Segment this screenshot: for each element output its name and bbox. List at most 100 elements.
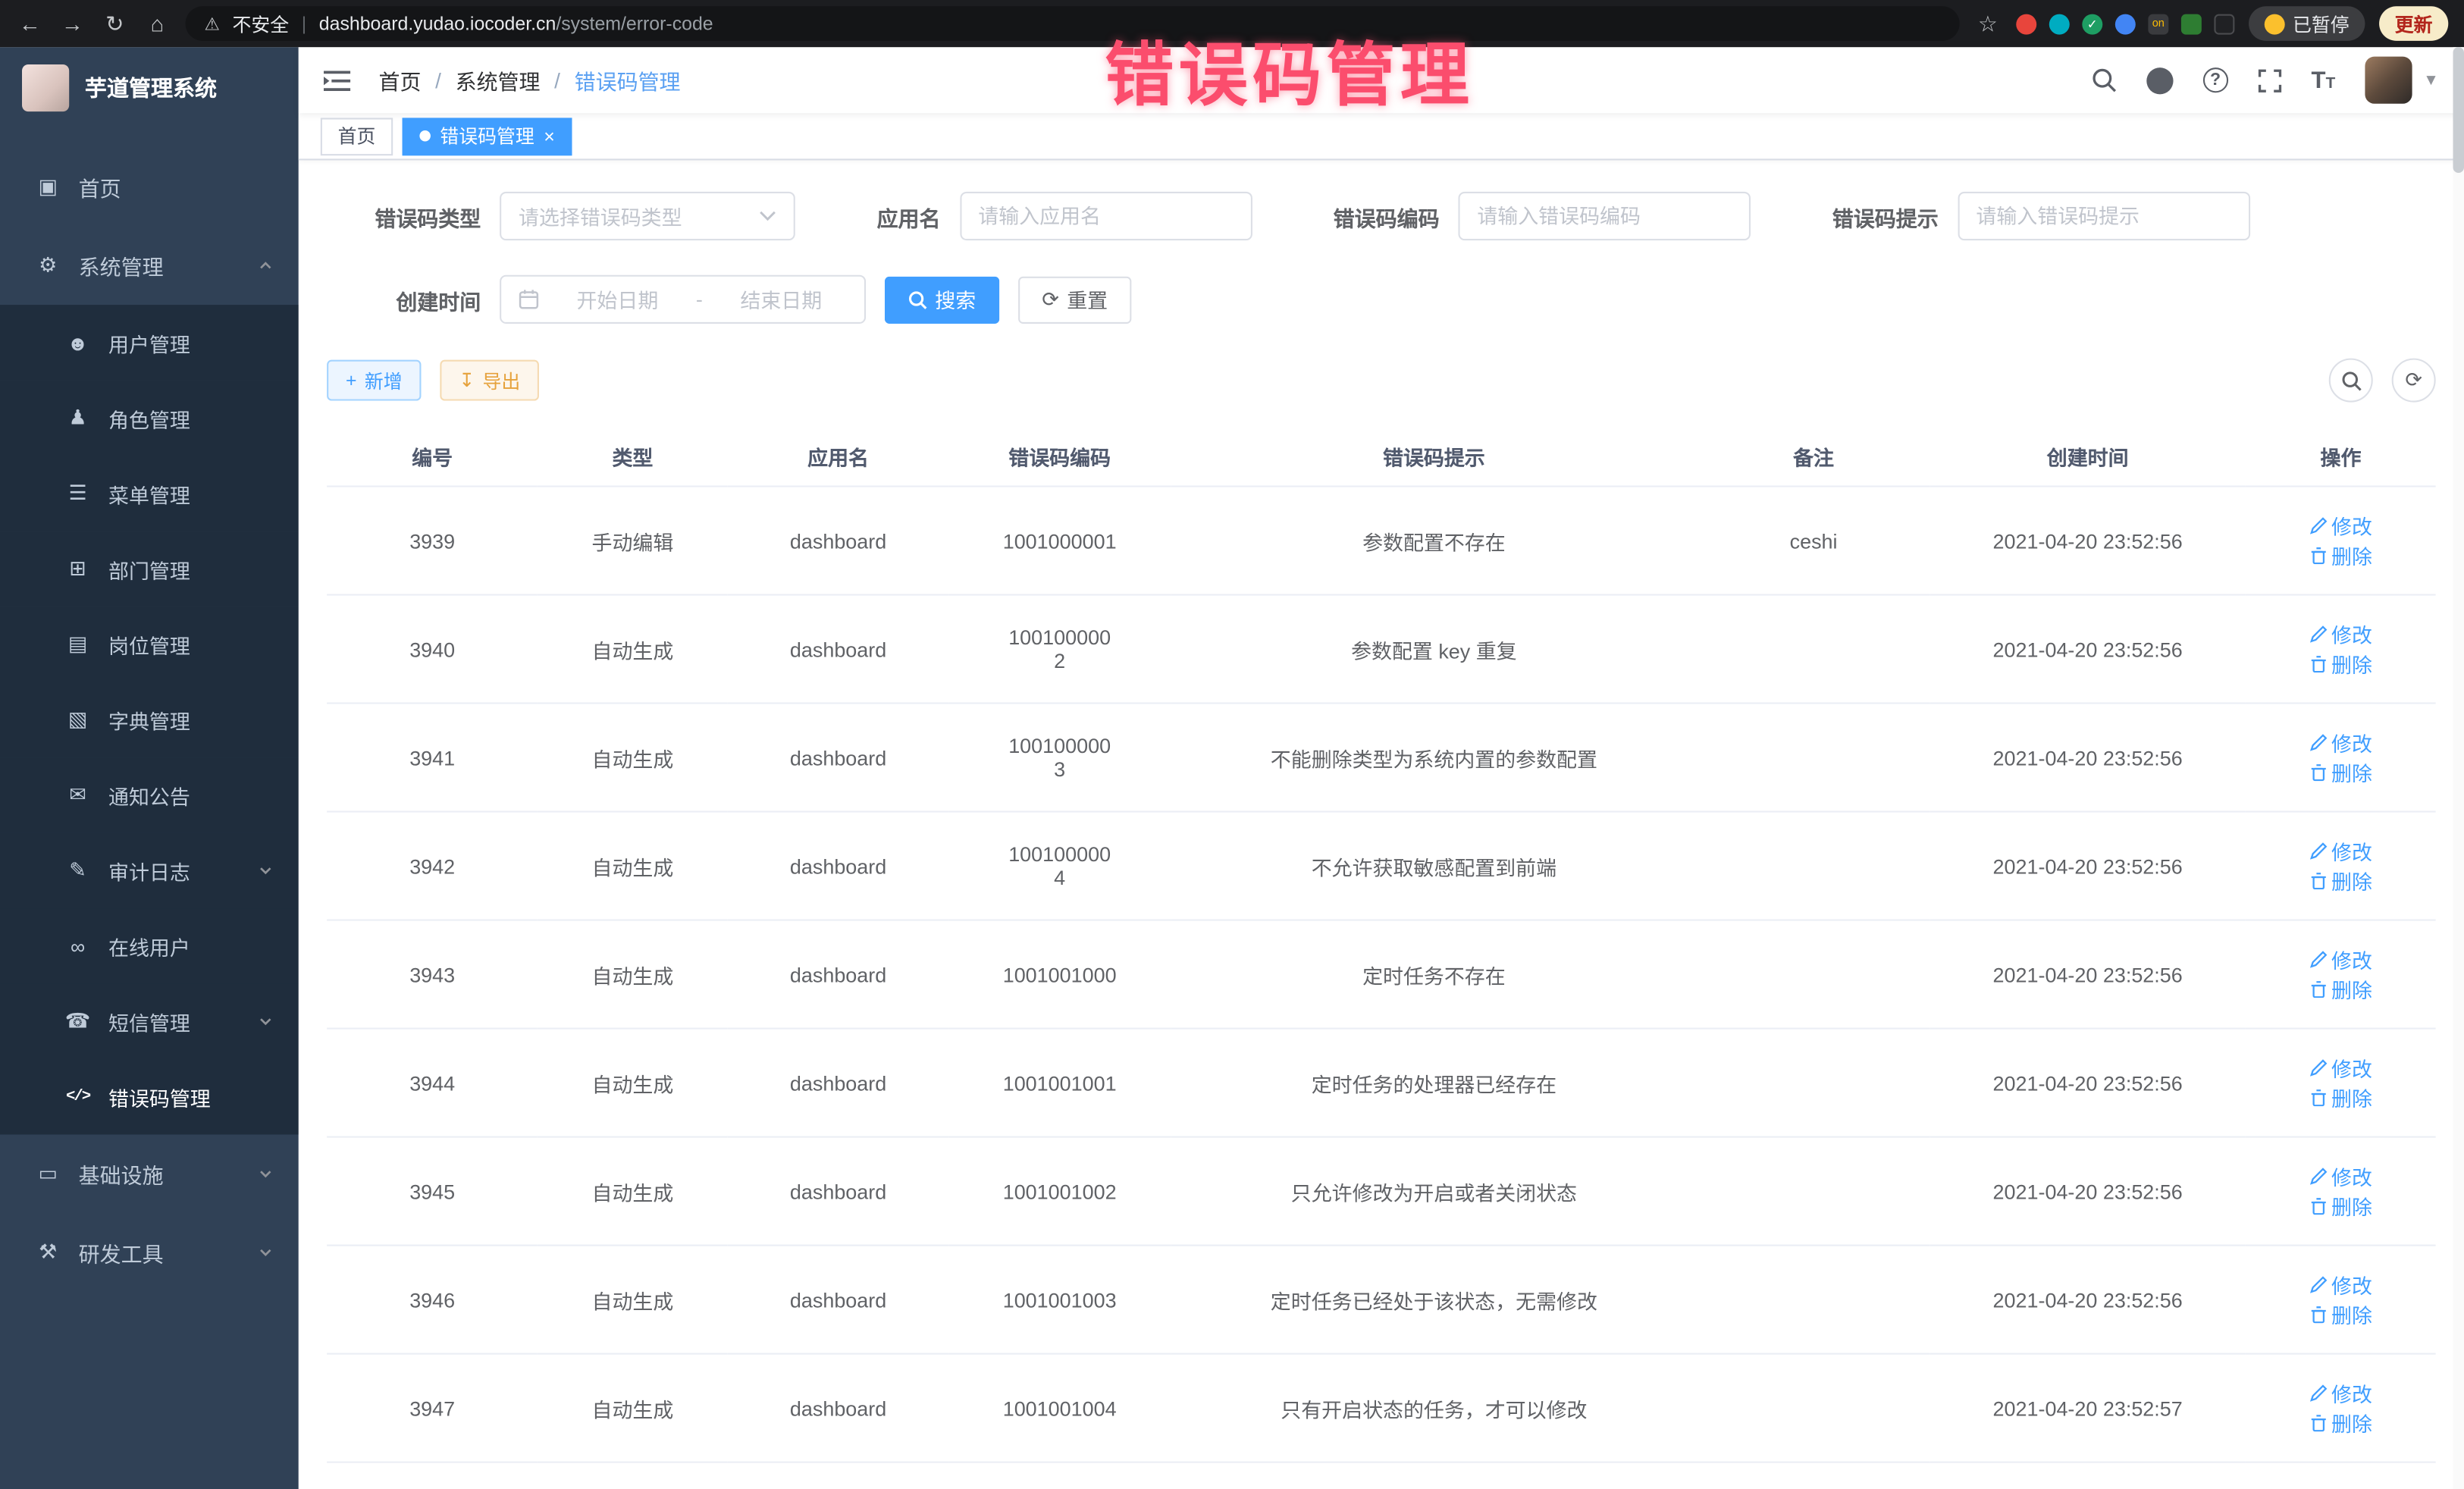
cell-hint: 定时任务已经处于该状态，无需修改	[1171, 1246, 1698, 1354]
search-icon[interactable]	[2091, 67, 2116, 92]
breadcrumb-item[interactable]: 首页	[379, 64, 422, 96]
delete-link[interactable]: 删除	[2309, 649, 2372, 679]
error-type-select[interactable]: 请选择错误码类型	[500, 192, 795, 240]
table-row: 3940 自动生成 dashboard 100100000 2 参数配置 key…	[327, 595, 2436, 704]
edit-link[interactable]: 修改	[2309, 1378, 2372, 1408]
column-header: 错误码编码	[949, 428, 1171, 487]
sidebar-item[interactable]: ⚒ 研发工具	[0, 1213, 299, 1292]
refresh-table-button[interactable]: ⟳	[2392, 359, 2436, 403]
sidebar-item[interactable]: ▧ 字典管理	[0, 682, 299, 757]
error-code-table: 编号类型应用名错误码编码错误码提示备注创建时间操作 3939 手动编辑 dash…	[327, 428, 2436, 1489]
cell-remark	[1698, 1354, 1930, 1462]
scrollbar-thumb[interactable]	[2453, 47, 2464, 173]
edit-link[interactable]: 修改	[2309, 728, 2372, 757]
delete-link[interactable]: 删除	[2309, 541, 2372, 570]
extension-teal-icon[interactable]	[2049, 14, 2070, 34]
menu-icon: ☰	[64, 481, 91, 506]
cell-actions: 修改 删除	[2246, 1354, 2435, 1462]
breadcrumb-item[interactable]: 系统管理	[456, 64, 541, 96]
browser-update-button[interactable]: 更新	[2379, 6, 2448, 41]
app-logo[interactable]: 芋道管理系统	[0, 47, 299, 129]
tab[interactable]: 首页	[321, 117, 393, 155]
delete-link[interactable]: 删除	[2309, 1083, 2372, 1112]
extension-leaf-icon[interactable]	[2181, 14, 2202, 34]
home-icon[interactable]: ⌂	[143, 11, 171, 36]
edit-icon	[2309, 1384, 2327, 1402]
sidebar-item[interactable]: ▤ 岗位管理	[0, 607, 299, 682]
cell-id: 3940	[327, 595, 538, 704]
error-hint-input[interactable]	[1958, 192, 2250, 240]
delete-link[interactable]: 删除	[2309, 1408, 2372, 1437]
edit-link[interactable]: 修改	[2309, 619, 2372, 649]
cell-actions: 修改 删除	[2246, 812, 2435, 920]
select-placeholder: 请选择错误码类型	[519, 201, 682, 230]
search-button[interactable]: 搜索	[885, 276, 999, 323]
edit-link[interactable]: 修改	[2309, 836, 2372, 866]
date-range-picker[interactable]: 开始日期 - 结束日期	[500, 275, 866, 324]
extension-blue-grid-icon[interactable]	[2115, 14, 2136, 34]
reset-button[interactable]: ⟳ 重置	[1018, 276, 1131, 323]
sidebar-item[interactable]: ☰ 菜单管理	[0, 456, 299, 531]
sidebar-item[interactable]: </> 错误码管理	[0, 1059, 299, 1134]
extensions-puzzle-icon[interactable]	[2214, 14, 2234, 34]
sidebar-item[interactable]: ☎ 短信管理	[0, 984, 299, 1059]
sidebar-item-label: 基础设施	[79, 1158, 258, 1190]
delete-link[interactable]: 删除	[2309, 757, 2372, 787]
edit-link[interactable]: 修改	[2309, 1053, 2372, 1083]
sidebar-item[interactable]: ☻ 用户管理	[0, 305, 299, 380]
sidebar-item-label: 研发工具	[79, 1237, 258, 1268]
show-search-button[interactable]	[2329, 359, 2373, 403]
tab[interactable]: 错误码管理 ×	[403, 117, 572, 155]
add-button[interactable]: + 新增	[327, 360, 421, 401]
export-button[interactable]: ↧ 导出	[440, 360, 539, 401]
delete-link[interactable]: 删除	[2309, 1191, 2372, 1221]
delete-link[interactable]: 删除	[2309, 1299, 2372, 1329]
app-name-input[interactable]	[959, 192, 1252, 240]
reload-icon[interactable]: ↻	[101, 10, 129, 36]
cell-code: 1001000001	[949, 487, 1171, 595]
close-icon[interactable]: ×	[544, 127, 555, 146]
delete-link[interactable]: 删除	[2309, 974, 2372, 1004]
user-menu[interactable]: ▼	[2365, 57, 2439, 104]
address-bar[interactable]: ⚠ 不安全 | dashboard.yudao.iocoder.cn/syste…	[186, 6, 1960, 41]
error-code-input[interactable]	[1458, 192, 1751, 240]
paused-label: 已暂停	[2293, 10, 2350, 36]
delete-link[interactable]: 删除	[2309, 866, 2372, 895]
column-header: 错误码提示	[1171, 428, 1698, 487]
cell-hint: 参数配置 key 重复	[1171, 595, 1698, 704]
edit-link[interactable]: 修改	[2309, 511, 2372, 541]
font-size-icon[interactable]: TT	[2312, 68, 2336, 92]
sidebar-item[interactable]: ✉ 通知公告	[0, 757, 299, 832]
page-scrollbar[interactable]	[2453, 47, 2464, 1489]
bookmark-star-icon[interactable]: ☆	[1973, 10, 2002, 36]
edit-link[interactable]: 修改	[2309, 945, 2372, 974]
sidebar-item[interactable]: ▭ 基础设施	[0, 1134, 299, 1213]
cell-id: 3947	[327, 1354, 538, 1462]
sidebar-item[interactable]: ✎ 审计日志	[0, 833, 299, 908]
cell-hint: CRON 表达式不正确	[1171, 1462, 1698, 1489]
github-icon[interactable]	[2146, 67, 2173, 93]
sidebar-item[interactable]: ∞ 在线用户	[0, 908, 299, 983]
delete-icon	[2309, 1089, 2327, 1106]
sidebar-item[interactable]: ▣ 首页	[0, 148, 299, 227]
back-icon[interactable]: ←	[16, 11, 44, 36]
profile-paused-pill[interactable]: 已暂停	[2249, 6, 2365, 41]
announcement-icon: ✉	[64, 782, 91, 807]
hamburger-icon[interactable]	[324, 68, 350, 92]
sidebar-item[interactable]: ⊞ 部门管理	[0, 531, 299, 607]
sidebar-item[interactable]: ⚙ 系统管理	[0, 226, 299, 305]
fullscreen-icon[interactable]	[2258, 68, 2281, 92]
sidebar-item[interactable]: ♟ 角色管理	[0, 381, 299, 456]
edit-link[interactable]: 修改	[2309, 1270, 2372, 1299]
search-icon	[908, 290, 927, 309]
breadcrumb: 首页/系统管理/错误码管理	[379, 64, 681, 96]
cell-app: dashboard	[728, 1462, 949, 1489]
help-icon[interactable]: ?	[2203, 67, 2228, 92]
forward-icon[interactable]: →	[58, 11, 86, 36]
edit-link[interactable]: 修改	[2309, 1161, 2372, 1191]
extension-red-icon[interactable]	[2016, 14, 2036, 34]
extension-green-check-icon[interactable]: ✓	[2082, 14, 2102, 34]
table-row: 3943 自动生成 dashboard 1001001000 定时任务不存在 2…	[327, 920, 2436, 1029]
cell-app: dashboard	[728, 920, 949, 1029]
extension-on-badge-icon[interactable]: on	[2148, 14, 2168, 34]
